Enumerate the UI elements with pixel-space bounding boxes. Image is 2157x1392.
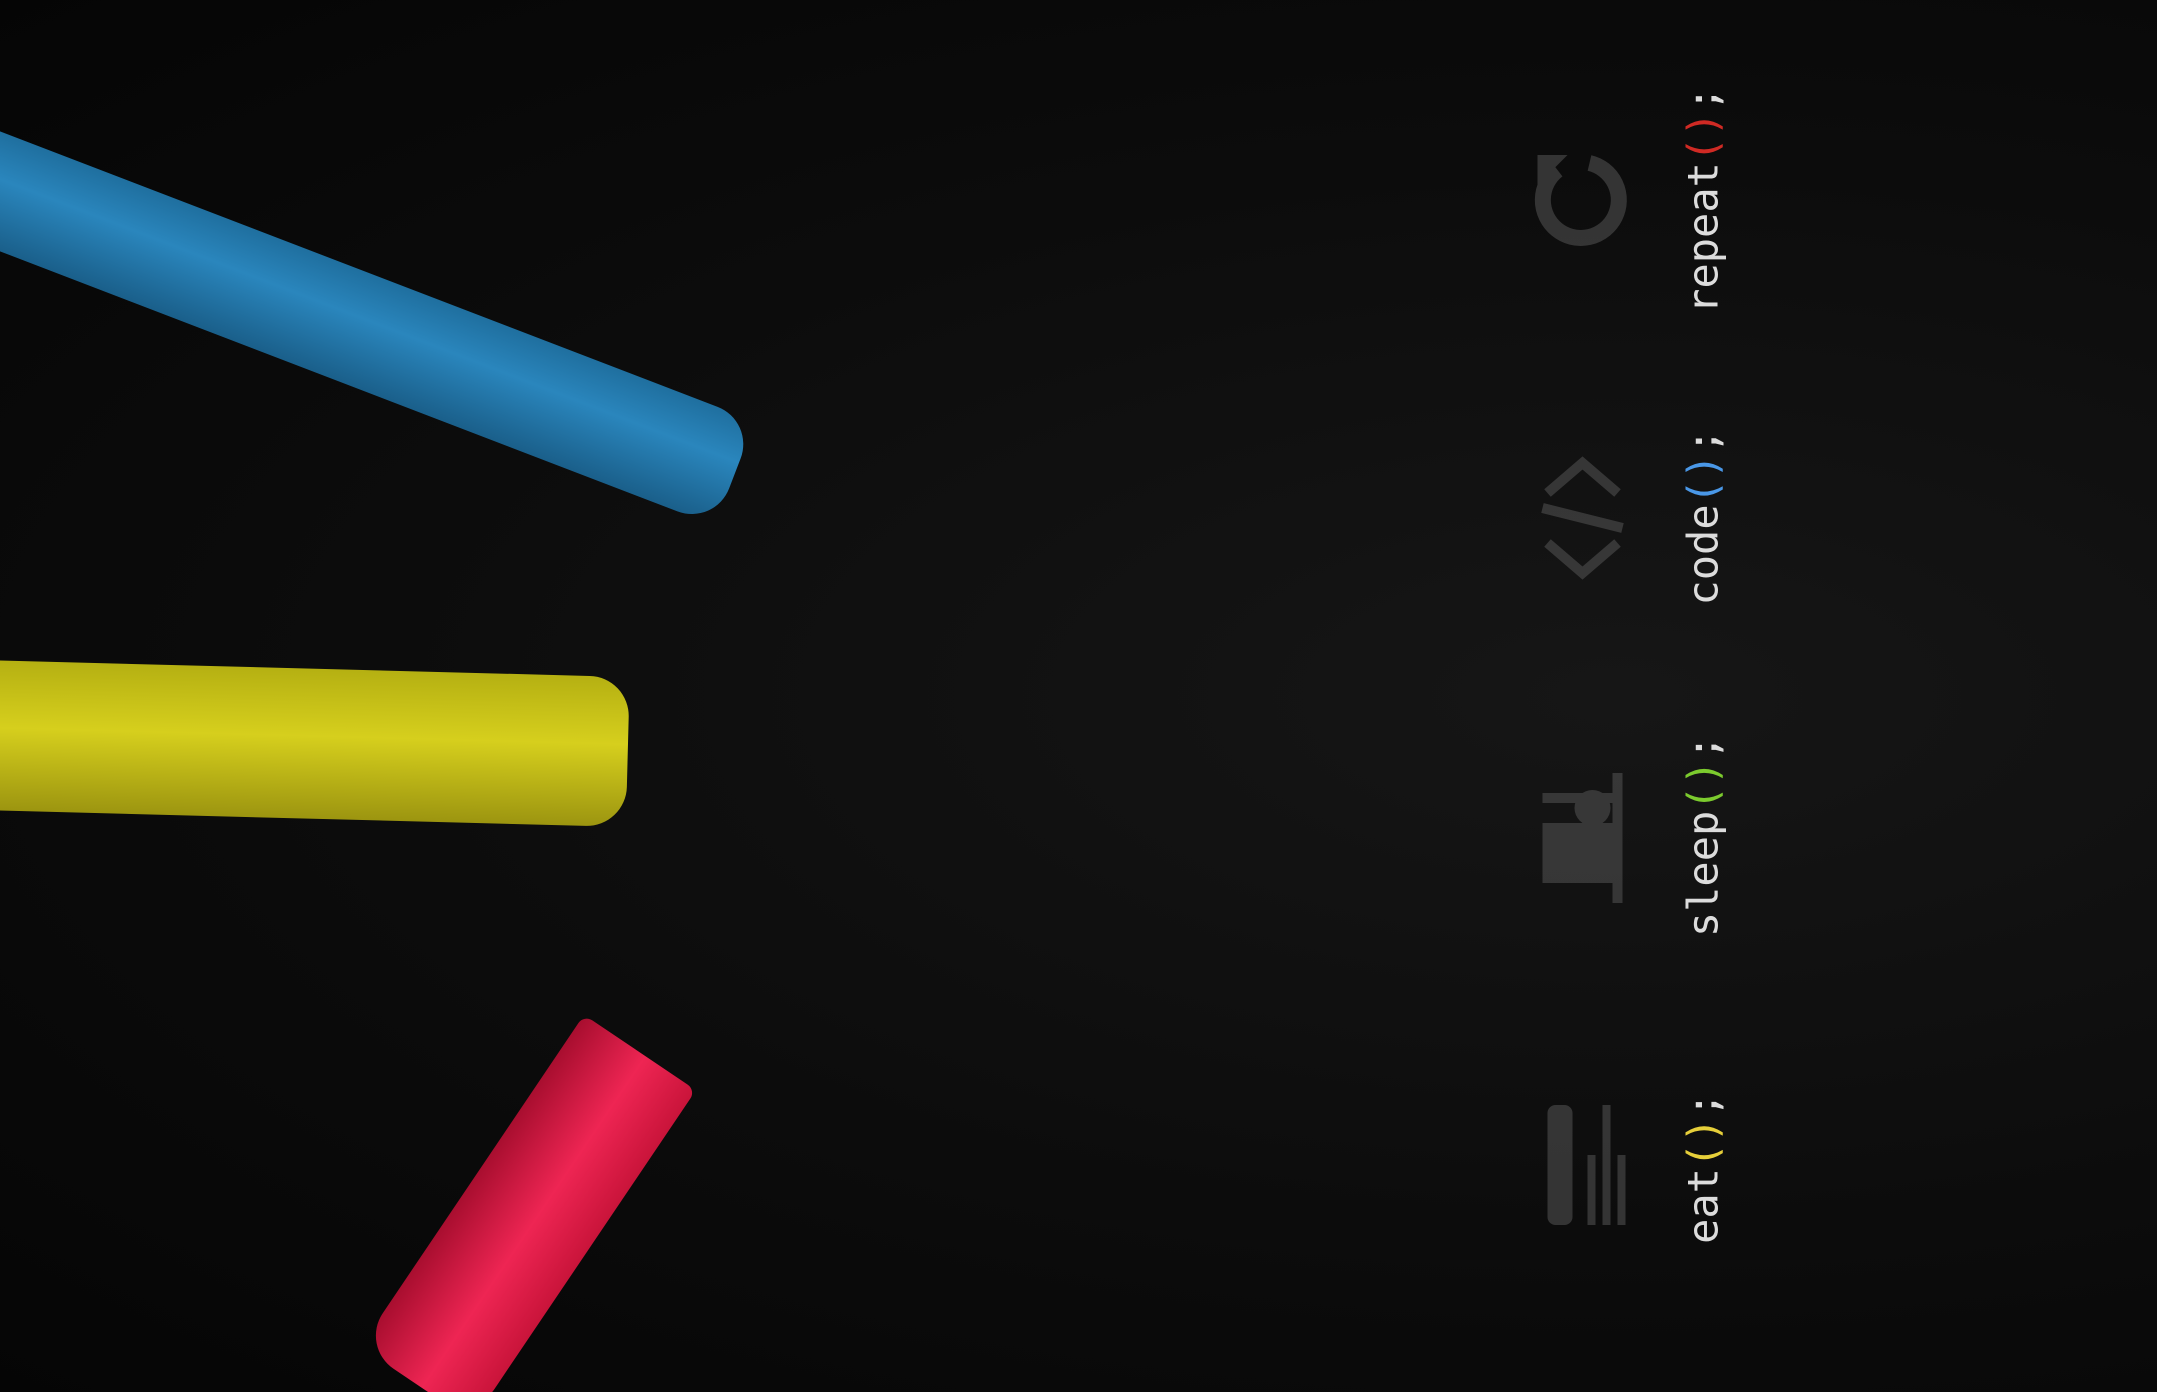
yellow-chalk	[0, 660, 630, 827]
bed-icon	[1533, 763, 1638, 913]
semicolon: ;	[1678, 86, 1728, 112]
label-code: code();	[1679, 428, 1728, 605]
parens: ()	[1678, 760, 1728, 811]
function-name: sleep	[1678, 810, 1728, 938]
red-chalk	[360, 1014, 696, 1392]
parens: ()	[1678, 453, 1728, 505]
repeat-arrow-icon	[1528, 145, 1643, 255]
semicolon: ;	[1678, 428, 1728, 454]
label-sleep: sleep();	[1679, 735, 1728, 937]
parens: ()	[1678, 111, 1728, 163]
parens: ()	[1678, 1117, 1728, 1169]
label-eat: eat();	[1679, 1092, 1728, 1244]
blue-chalk	[0, 123, 755, 526]
semicolon: ;	[1678, 1092, 1728, 1118]
code-brackets-icon	[1533, 453, 1638, 583]
function-name: repeat	[1678, 162, 1728, 314]
wallpaper: eat(); sleep(); code(); repeat();	[0, 0, 2157, 1392]
label-repeat: repeat();	[1679, 86, 1728, 314]
fork-knife-icon	[1533, 1100, 1638, 1230]
semicolon: ;	[1678, 734, 1728, 761]
function-name: code	[1678, 504, 1728, 606]
function-name: eat	[1678, 1168, 1728, 1244]
